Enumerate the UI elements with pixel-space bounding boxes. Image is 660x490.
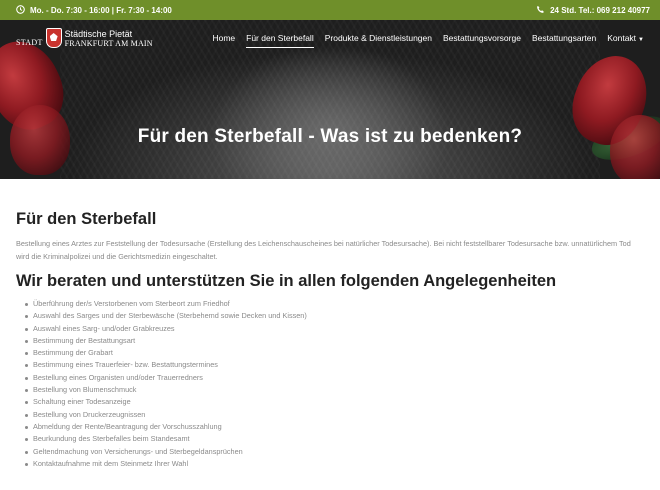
chevron-down-icon: ▼ [638, 37, 644, 43]
list-item: Bestellung eines Organisten und/oder Tra… [25, 372, 646, 384]
phone-icon [536, 5, 545, 16]
clock-icon [16, 4, 25, 16]
list-item: Schaltung einer Todesanzeige [25, 396, 646, 408]
opening-hours-text: Mo. - Do. 7:30 - 16:00 | Fr. 7:30 - 14:0… [30, 5, 172, 15]
nav-item-bestattungsarten[interactable]: Bestattungsarten [532, 33, 596, 43]
site-logo[interactable]: STADT Städtische Pietät FRANKFURT AM MAI… [16, 28, 153, 48]
nav-item-kontakt-label: Kontakt [607, 33, 637, 43]
nav-item-sterbefall[interactable]: Für den Sterbefall [246, 33, 314, 48]
list-item: Bestimmung eines Trauerfeier- bzw. Besta… [25, 359, 646, 371]
top-info-bar: Mo. - Do. 7:30 - 16:00 | Fr. 7:30 - 14:0… [0, 0, 660, 20]
list-item: Bestimmung der Bestattungsart [25, 335, 646, 347]
list-item: Überführung der/s Verstorbenen vom Sterb… [25, 298, 646, 310]
nav-item-kontakt[interactable]: Kontakt ▼ [607, 33, 644, 43]
intro-paragraph: Bestellung eines Arztes zur Feststellung… [16, 239, 631, 261]
list-item: Bestimmung der Grabart [25, 347, 646, 359]
main-navigation: STADT Städtische Pietät FRANKFURT AM MAI… [0, 20, 660, 60]
logo-text: Städtische Pietät FRANKFURT AM MAIN [65, 29, 153, 48]
list-item: Geltendmachung von Versicherungs- und St… [25, 446, 646, 458]
services-list: Überführung der/s Verstorbenen vom Sterb… [16, 298, 646, 470]
logo-stadt-text: STADT [16, 37, 43, 47]
nav-item-produkte[interactable]: Produkte & Dienstleistungen [325, 33, 432, 43]
phone-contact[interactable]: 24 Std. Tel.: 069 212 40977 [536, 5, 650, 16]
phone-text[interactable]: 24 Std. Tel.: 069 212 40977 [550, 6, 650, 15]
section-heading-sterbefall: Für den Sterbefall [16, 210, 157, 228]
section-heading-beratung: Wir beraten und unterstützen Sie in alle… [16, 272, 557, 290]
nav-menu: Home Für den Sterbefall Produkte & Diens… [212, 33, 644, 48]
nav-item-home[interactable]: Home [212, 33, 235, 43]
frankfurt-crest-icon [45, 28, 62, 48]
list-item: Bestellung von Druckerzeugnissen [25, 409, 646, 421]
list-item: Beurkundung des Sterbefalles beim Stande… [25, 433, 646, 445]
list-item: Auswahl eines Sarg- und/oder Grabkreuzes [25, 323, 646, 335]
list-item: Kontaktaufnahme mit dem Steinmetz Ihrer … [25, 458, 646, 470]
list-item: Bestellung von Blumenschmuck [25, 384, 646, 396]
main-content: Für den Sterbefall Bestellung eines Arzt… [16, 210, 646, 470]
logo-name-line2: FRANKFURT AM MAIN [64, 38, 153, 48]
opening-hours: Mo. - Do. 7:30 - 16:00 | Fr. 7:30 - 14:0… [16, 4, 172, 16]
nav-item-bestattungsvorsorge[interactable]: Bestattungsvorsorge [443, 33, 521, 43]
list-item: Auswahl des Sarges und der Sterbewäsche … [25, 310, 646, 322]
list-item: Abmeldung der Rente/Beantragung der Vors… [25, 421, 646, 433]
hero-title: Für den Sterbefall - Was ist zu bedenken… [137, 126, 523, 147]
logo-name-line1: Städtische Pietät [64, 28, 133, 39]
